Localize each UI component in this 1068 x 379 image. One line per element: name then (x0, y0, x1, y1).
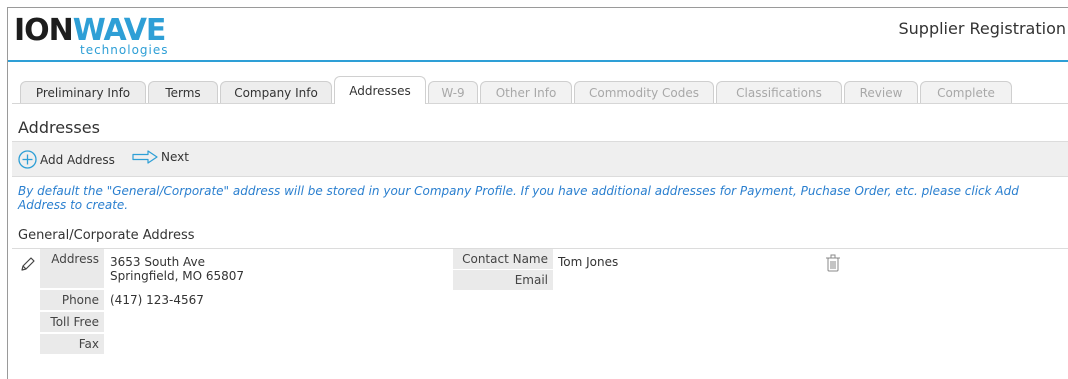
tab-commodity-codes: Commodity Codes (574, 81, 714, 103)
app-frame: IONWAVE technologies Supplier Registrati… (7, 7, 1068, 379)
address-label: Address (40, 249, 104, 288)
contact-name-value: Tom Jones (558, 255, 619, 269)
fax-label: Fax (40, 334, 104, 354)
tab-company-info[interactable]: Company Info (220, 81, 332, 103)
add-address-button[interactable]: Add Address (18, 150, 115, 169)
contact-name-label: Contact Name (453, 249, 553, 269)
tab-other-info: Other Info (480, 81, 572, 103)
email-label: Email (453, 270, 553, 290)
header: IONWAVE technologies Supplier Registrati… (8, 8, 1068, 62)
tab-terms[interactable]: Terms (148, 81, 218, 103)
section-title: Addresses (18, 118, 100, 137)
add-address-label: Add Address (40, 152, 115, 167)
phone-value: (417) 123-4567 (110, 293, 204, 307)
tab-bar: Preliminary Info Terms Company Info Addr… (12, 74, 1068, 104)
logo-ion-text: ION (14, 13, 74, 48)
add-circle-icon (18, 150, 37, 169)
logo-subtitle: technologies (80, 43, 169, 57)
tab-preliminary-info[interactable]: Preliminary Info (20, 81, 146, 103)
page-title: Supplier Registration (898, 19, 1067, 38)
ionwave-logo: IONWAVE technologies (14, 14, 184, 58)
next-arrow-icon (132, 150, 158, 164)
toolbar: Add Address Next (12, 141, 1068, 177)
tab-classifications: Classifications (716, 81, 842, 103)
next-button[interactable]: Next (132, 150, 189, 164)
address-line-1: 3653 South Ave (110, 255, 206, 269)
tab-addresses[interactable]: Addresses (334, 76, 426, 104)
next-label: Next (161, 150, 189, 164)
tollfree-label: Toll Free (40, 312, 104, 332)
address-group-title: General/Corporate Address (18, 228, 195, 243)
tab-review: Review (844, 81, 918, 103)
tab-w9: W-9 (428, 81, 478, 103)
trash-icon[interactable] (825, 254, 841, 272)
phone-label: Phone (40, 290, 104, 310)
pencil-icon[interactable] (20, 256, 36, 272)
info-message: By default the "General/Corporate" addre… (18, 184, 1019, 212)
address-line-2: Springfield, MO 65807 (110, 269, 245, 283)
tab-complete: Complete (920, 81, 1012, 103)
